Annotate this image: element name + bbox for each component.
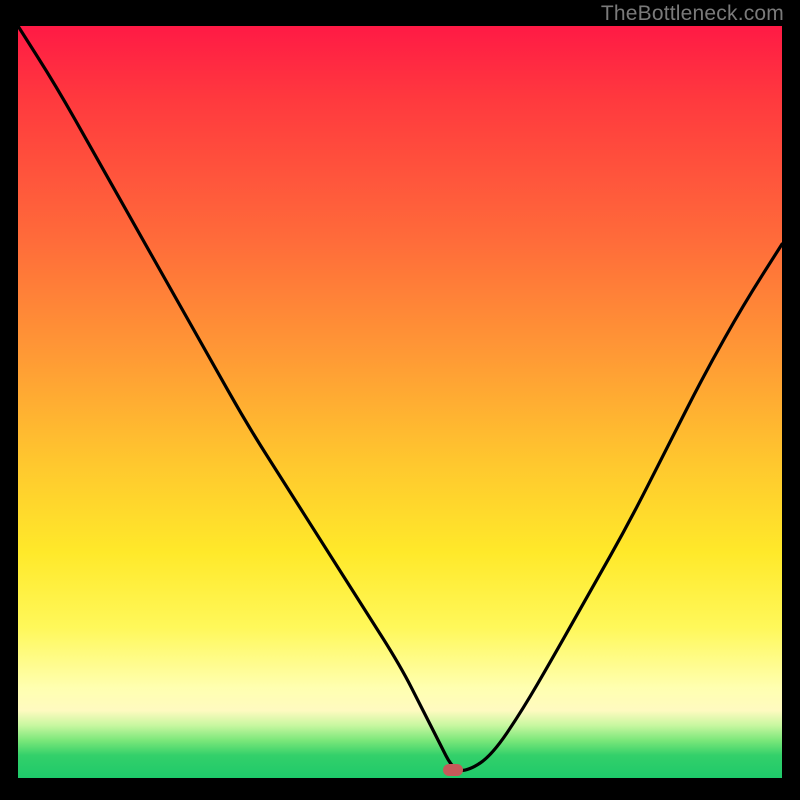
chart-stage: TheBottleneck.com <box>0 0 800 800</box>
watermark-text: TheBottleneck.com <box>601 2 784 26</box>
bottleneck-curve <box>18 26 782 778</box>
plot-area <box>18 26 782 778</box>
optimal-marker <box>443 764 463 776</box>
